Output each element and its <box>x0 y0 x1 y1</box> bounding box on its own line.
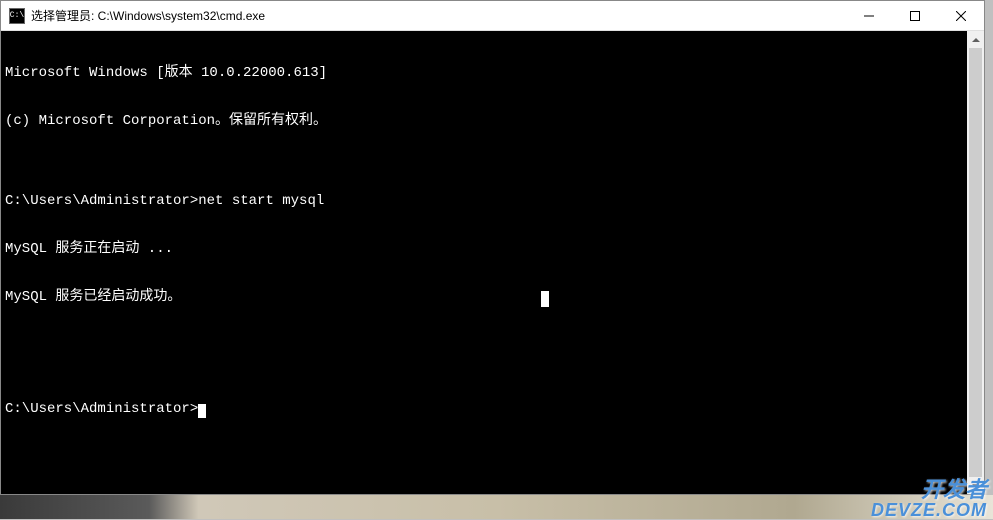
window-title: 选择管理员: C:\Windows\system32\cmd.exe <box>31 7 846 24</box>
scroll-track[interactable] <box>967 48 984 477</box>
prompt-line: C:\Users\Administrator> <box>5 401 980 417</box>
vertical-scrollbar[interactable] <box>967 31 984 494</box>
cmd-icon: C:\ <box>9 8 25 24</box>
output-line: (c) Microsoft Corporation。保留所有权利。 <box>5 113 980 129</box>
text-cursor <box>198 404 206 418</box>
mouse-cursor-icon <box>541 291 549 307</box>
output-line: MySQL 服务已经启动成功。 <box>5 289 980 305</box>
cmd-window: C:\ 选择管理员: C:\Windows\system32\cmd.exe M… <box>0 0 985 495</box>
output-line: MySQL 服务正在启动 ... <box>5 241 980 257</box>
watermark-line2: DEVZE.COM <box>871 501 987 519</box>
maximize-button[interactable] <box>892 1 938 30</box>
desktop-background-strip <box>0 495 993 519</box>
prompt-line: C:\Users\Administrator>net start mysql <box>5 193 980 209</box>
prompt-text: C:\Users\Administrator> <box>5 193 198 209</box>
watermark-line1: 开发者 <box>871 479 987 501</box>
scroll-thumb[interactable] <box>969 48 982 477</box>
titlebar[interactable]: C:\ 选择管理员: C:\Windows\system32\cmd.exe <box>1 1 984 31</box>
scroll-up-button[interactable] <box>967 31 984 48</box>
prompt-text: C:\Users\Administrator> <box>5 401 198 417</box>
terminal-area[interactable]: Microsoft Windows [版本 10.0.22000.613] (c… <box>1 31 984 494</box>
watermark: 开发者 DEVZE.COM <box>871 479 987 519</box>
minimize-button[interactable] <box>846 1 892 30</box>
window-controls <box>846 1 984 30</box>
output-line: Microsoft Windows [版本 10.0.22000.613] <box>5 65 980 81</box>
command-text: net start mysql <box>198 193 324 209</box>
close-button[interactable] <box>938 1 984 30</box>
